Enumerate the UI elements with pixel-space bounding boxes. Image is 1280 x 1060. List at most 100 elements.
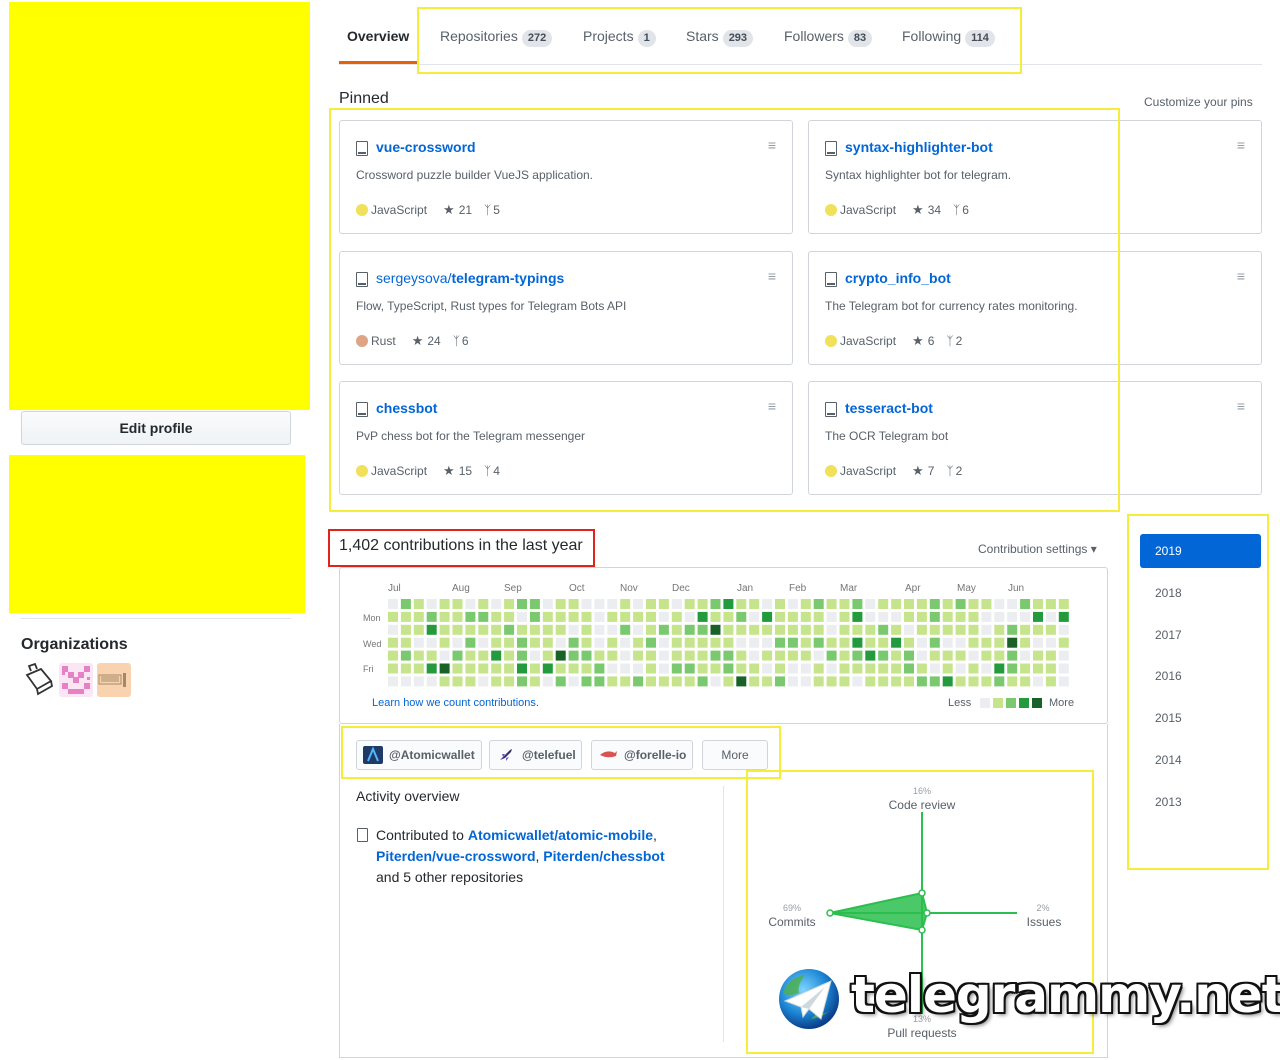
contribution-day[interactable] <box>452 624 463 635</box>
contribution-day[interactable] <box>658 650 669 661</box>
contribution-day[interactable] <box>697 663 708 674</box>
contribution-day[interactable] <box>981 663 992 674</box>
contribution-day[interactable] <box>839 663 850 674</box>
contribution-day[interactable] <box>749 599 760 609</box>
drag-handle-icon[interactable]: ≡ <box>1237 398 1245 414</box>
contribution-day[interactable] <box>646 599 656 609</box>
contribution-day[interactable] <box>452 599 463 609</box>
contribution-day[interactable] <box>426 676 437 687</box>
contribution-day[interactable] <box>465 676 476 687</box>
contribution-day[interactable] <box>413 624 424 635</box>
contribution-day[interactable] <box>775 624 785 635</box>
contribution-day[interactable] <box>400 676 411 687</box>
contribution-day[interactable] <box>1058 599 1069 609</box>
contribution-day[interactable] <box>581 599 592 609</box>
contribution-day[interactable] <box>762 676 773 687</box>
contribution-day[interactable] <box>594 637 605 648</box>
contribution-day[interactable] <box>800 650 811 661</box>
contribution-day[interactable] <box>1045 663 1056 674</box>
contribution-day[interactable] <box>800 663 811 674</box>
contribution-day[interactable] <box>478 676 489 687</box>
contribution-day[interactable] <box>426 611 437 622</box>
contribution-day[interactable] <box>504 663 515 674</box>
contribution-day[interactable] <box>1033 663 1043 674</box>
contribution-day[interactable] <box>916 599 927 609</box>
contribution-day[interactable] <box>555 663 566 674</box>
contribution-day[interactable] <box>736 599 747 609</box>
contribution-day[interactable] <box>878 611 889 622</box>
contribution-day[interactable] <box>1007 650 1018 661</box>
contribution-day[interactable] <box>529 663 540 674</box>
contribution-day[interactable] <box>1045 611 1056 622</box>
contribution-day[interactable] <box>891 676 902 687</box>
contribution-day[interactable] <box>426 650 437 661</box>
contribution-day[interactable] <box>942 676 953 687</box>
contribution-day[interactable] <box>852 599 863 609</box>
contribution-day[interactable] <box>388 676 398 687</box>
contribution-day[interactable] <box>439 637 450 648</box>
contribution-day[interactable] <box>955 650 966 661</box>
contribution-day[interactable] <box>697 650 708 661</box>
contribution-day[interactable] <box>671 650 682 661</box>
contribution-day[interactable] <box>994 650 1005 661</box>
contribution-day[interactable] <box>542 676 553 687</box>
contribution-day[interactable] <box>1020 637 1031 648</box>
contribution-day[interactable] <box>517 624 527 635</box>
contribution-day[interactable] <box>684 637 695 648</box>
contribution-day[interactable] <box>594 650 605 661</box>
contribution-day[interactable] <box>813 611 824 622</box>
contribution-day[interactable] <box>413 611 424 622</box>
contribution-day[interactable] <box>439 624 450 635</box>
contribution-day[interactable] <box>852 663 863 674</box>
contribution-day[interactable] <box>839 676 850 687</box>
contribution-day[interactable] <box>426 599 437 609</box>
contribution-day[interactable] <box>465 624 476 635</box>
contribution-day[interactable] <box>697 611 708 622</box>
contribution-day[interactable] <box>1020 611 1031 622</box>
contribution-day[interactable] <box>529 624 540 635</box>
contribution-day[interactable] <box>697 637 708 648</box>
contribution-day[interactable] <box>852 637 863 648</box>
contribution-day[interactable] <box>491 637 502 648</box>
contribution-day[interactable] <box>968 624 979 635</box>
contribution-day[interactable] <box>736 650 747 661</box>
contribution-day[interactable] <box>994 599 1005 609</box>
contribution-day[interactable] <box>620 624 631 635</box>
contribution-day[interactable] <box>439 599 450 609</box>
contribution-day[interactable] <box>400 650 411 661</box>
contribution-day[interactable] <box>529 599 540 609</box>
contribution-day[interactable] <box>581 624 592 635</box>
contribution-day[interactable] <box>542 650 553 661</box>
contribution-day[interactable] <box>542 637 553 648</box>
contribution-day[interactable] <box>646 624 656 635</box>
contribution-day[interactable] <box>400 624 411 635</box>
contribution-day[interactable] <box>865 637 876 648</box>
contribution-day[interactable] <box>1045 676 1056 687</box>
contribution-day[interactable] <box>684 650 695 661</box>
contribution-day[interactable] <box>813 637 824 648</box>
contribution-day[interactable] <box>865 663 876 674</box>
contribution-day[interactable] <box>529 676 540 687</box>
contribution-day[interactable] <box>904 611 914 622</box>
contribution-day[interactable] <box>633 637 644 648</box>
contribution-day[interactable] <box>762 663 773 674</box>
contribution-day[interactable] <box>904 663 914 674</box>
contribution-day[interactable] <box>633 611 644 622</box>
contribution-day[interactable] <box>542 624 553 635</box>
contribution-day[interactable] <box>1007 599 1018 609</box>
contribution-day[interactable] <box>942 624 953 635</box>
pink-pixel-org-icon[interactable] <box>59 663 93 697</box>
contribution-day[interactable] <box>413 676 424 687</box>
contribution-day[interactable] <box>1058 676 1069 687</box>
contribution-day[interactable] <box>942 637 953 648</box>
contribution-day[interactable] <box>749 624 760 635</box>
contribution-day[interactable] <box>620 599 631 609</box>
contribution-day[interactable] <box>904 599 914 609</box>
contribution-day[interactable] <box>517 637 527 648</box>
contribution-day[interactable] <box>413 599 424 609</box>
contribution-day[interactable] <box>478 599 489 609</box>
contribution-day[interactable] <box>452 663 463 674</box>
contribution-day[interactable] <box>568 637 579 648</box>
contribution-day[interactable] <box>400 611 411 622</box>
contribution-day[interactable] <box>504 624 515 635</box>
